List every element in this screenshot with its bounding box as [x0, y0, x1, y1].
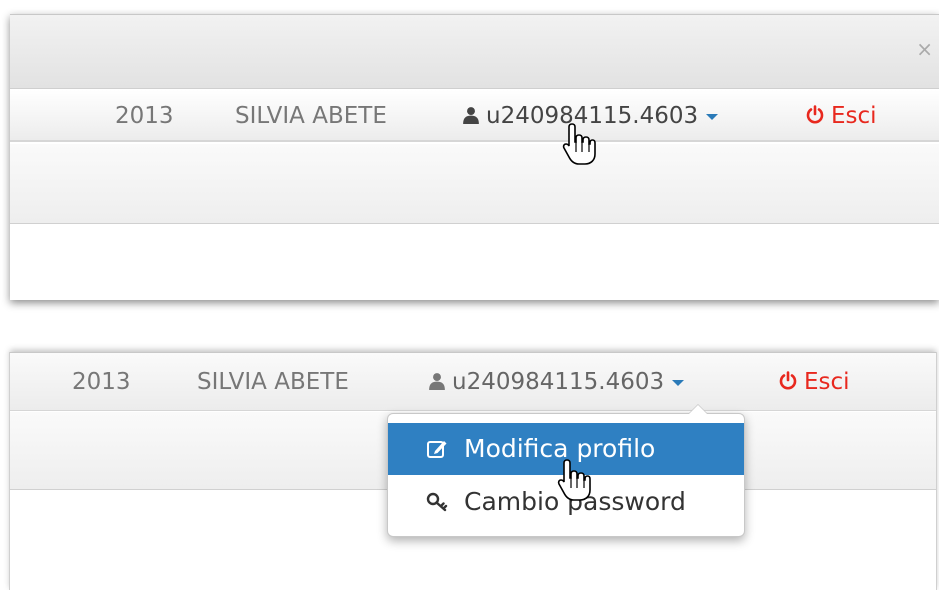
user-fullname: SILVIA ABETE — [235, 103, 387, 129]
year-label: 2013 — [72, 369, 131, 395]
edit-icon — [427, 441, 447, 458]
chevron-down-icon — [672, 379, 685, 386]
year-label: 2013 — [115, 103, 174, 129]
user-menu-toggle[interactable]: u240984115.4603 — [428, 368, 685, 396]
hand-cursor-icon — [557, 459, 591, 501]
title-bar: × — [10, 15, 939, 89]
chevron-down-icon — [706, 113, 719, 120]
user-icon — [429, 373, 445, 390]
hand-cursor-icon — [562, 123, 596, 165]
power-icon — [779, 371, 797, 390]
logout-label: Esci — [831, 103, 877, 129]
logout-label: Esci — [804, 369, 850, 395]
sub-toolbar — [10, 144, 939, 224]
user-icon — [463, 107, 479, 124]
dropdown-pointer — [688, 404, 708, 414]
top-navbar: 2013 SILVIA ABETE u240984115.4603 Esci — [10, 353, 936, 411]
key-icon — [426, 492, 448, 512]
close-icon[interactable]: × — [916, 39, 933, 59]
user-fullname: SILVIA ABETE — [197, 369, 349, 395]
top-navbar: 2013 SILVIA ABETE u240984115.4603 Esci — [10, 90, 939, 142]
window-panel-top: × 2013 SILVIA ABETE u240984115.4603 Esci — [10, 14, 939, 300]
power-icon — [806, 105, 824, 124]
username-label: u240984115.4603 — [452, 369, 665, 395]
logout-link[interactable]: Esci — [778, 368, 850, 396]
logout-link[interactable]: Esci — [805, 102, 877, 130]
